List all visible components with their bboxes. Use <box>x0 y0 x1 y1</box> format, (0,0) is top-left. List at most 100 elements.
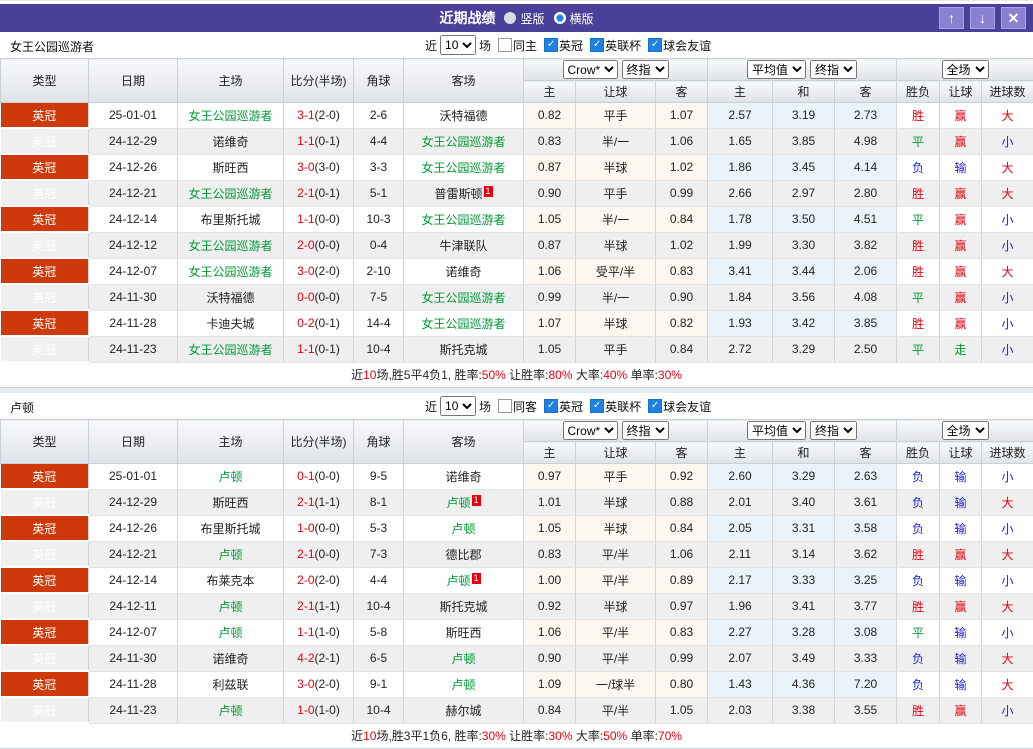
close-button[interactable]: ✕ <box>1001 7 1026 29</box>
match-result-cell: 平 <box>897 284 940 310</box>
team-name: 卡迪夫城 <box>206 317 254 331</box>
summary-segment: 70% <box>658 729 682 743</box>
odds-company-select[interactable]: Crow* <box>563 60 618 79</box>
result-text: 负 <box>912 470 924 484</box>
team-name: 普雷斯顿 <box>434 187 482 201</box>
summary-segment: 30% <box>658 368 682 382</box>
half-time-score: (3-0) <box>315 160 340 174</box>
home-team-cell: 利兹联 <box>178 671 284 697</box>
avg-draw-cell: 3.28 <box>773 619 835 645</box>
result-text: 胜 <box>912 600 924 614</box>
league-filter-label: 球会友谊 <box>663 398 711 415</box>
odds-home-cell: 1.06 <box>524 619 576 645</box>
score-cell: 2-0(0-0) <box>284 232 354 258</box>
scope-select[interactable]: 全场 <box>942 421 989 440</box>
odds-home-cell: 0.84 <box>524 697 576 723</box>
result-text: 平 <box>912 213 924 227</box>
odds-handicap-cell: 平/半 <box>576 697 656 723</box>
avg-home-cell: 1.43 <box>708 671 773 697</box>
summary-segment: 让胜率: <box>506 729 549 743</box>
radio-horizontal-label: 横版 <box>570 10 594 27</box>
odds-stage-select[interactable]: 终指 <box>622 421 669 440</box>
column-header-2: 主场 <box>178 59 284 103</box>
radio-horizontal-layout[interactable]: 横版 <box>554 10 594 27</box>
column-header-1: 日期 <box>89 59 178 103</box>
odds-sub-header: 让球 <box>576 442 656 464</box>
filter-near-label: 近 <box>425 398 437 415</box>
result-text: 大 <box>1002 496 1014 510</box>
result-text: 胜 <box>912 109 924 123</box>
avg-away-cell: 2.73 <box>835 103 897 129</box>
same-venue-label: 同客 <box>513 398 537 415</box>
red-card-badge: 1 <box>472 573 481 584</box>
avg-source-select[interactable]: 平均值 <box>747 421 806 440</box>
league-cell: 英冠 <box>1 310 89 336</box>
league-filter-checkbox[interactable]: ✓ <box>648 399 662 413</box>
avg-home-cell: 2.27 <box>708 619 773 645</box>
avg-stage-select[interactable]: 终指 <box>810 421 857 440</box>
match-count-select[interactable]: 10 <box>440 396 476 416</box>
avg-away-cell: 2.50 <box>835 336 897 362</box>
goals-result-cell: 大 <box>982 154 1033 180</box>
avg-away-cell: 4.98 <box>835 128 897 154</box>
column-header-2: 主场 <box>178 420 284 464</box>
handicap-result-cell: 输 <box>940 567 982 593</box>
results-table: 类型日期主场比分(半场)角球客场Crow*终指平均值终指全场主让球客主和客胜负让… <box>0 419 1033 724</box>
match-result-cell: 负 <box>897 671 940 697</box>
table-row: 英冠24-12-26斯旺西3-0(3-0)3-3女王公园巡游者0.87半球1.0… <box>1 154 1033 180</box>
table-row: 英冠24-11-30沃特福德0-0(0-0)7-5女王公园巡游者0.99半/一0… <box>1 284 1033 310</box>
summary-row: 近10场,胜5平4负1, 胜率:50% 让胜率:80% 大率:40% 单率:30… <box>0 363 1033 388</box>
odds-away-cell: 0.99 <box>656 645 708 671</box>
odds-home-cell: 0.87 <box>524 154 576 180</box>
team-name: 卢顿 <box>218 626 242 640</box>
odds-company-select[interactable]: Crow* <box>563 421 618 440</box>
odds-away-cell: 0.97 <box>656 593 708 619</box>
league-filter-checkbox[interactable]: ✓ <box>544 399 558 413</box>
radio-vertical-layout[interactable]: 竖版 <box>504 10 544 27</box>
date-cell: 24-11-28 <box>89 671 178 697</box>
same-venue-checkbox[interactable] <box>498 399 512 413</box>
summary-segment: 场,胜3平1负6, 胜率: <box>376 729 481 743</box>
result-text: 小 <box>1002 239 1014 253</box>
league-filter-checkbox[interactable]: ✓ <box>590 38 604 52</box>
away-team-cell: 女王公园巡游者 <box>404 154 524 180</box>
result-text: 负 <box>912 496 924 510</box>
match-count-select[interactable]: 10 <box>440 35 476 55</box>
team-name: 诺维奇 <box>445 470 481 484</box>
move-down-button[interactable]: ↓ <box>970 7 995 29</box>
team-name: 女王公园巡游者 <box>188 109 272 123</box>
league-filter-checkbox[interactable]: ✓ <box>590 399 604 413</box>
team-name: 牛津联队 <box>439 239 487 253</box>
table-row: 英冠24-12-07卢顿1-1(1-0)5-8斯旺西1.06平/半0.832.2… <box>1 619 1033 645</box>
radio-selected-circle-icon <box>554 12 566 24</box>
scope-select[interactable]: 全场 <box>942 60 989 79</box>
date-cell: 24-11-28 <box>89 310 178 336</box>
avg-source-select[interactable]: 平均值 <box>747 60 806 79</box>
avg-home-cell: 1.78 <box>708 206 773 232</box>
odds-handicap-cell: 平/半 <box>576 619 656 645</box>
score-cell: 2-0(2-0) <box>284 567 354 593</box>
corner-cell: 9-1 <box>354 671 404 697</box>
odds-home-cell: 0.97 <box>524 464 576 490</box>
result-text: 平 <box>912 135 924 149</box>
move-up-button[interactable]: ↑ <box>939 7 964 29</box>
same-venue-checkbox[interactable] <box>498 38 512 52</box>
match-result-cell: 平 <box>897 128 940 154</box>
half-time-score: (1-0) <box>315 625 340 639</box>
avg-stage-select[interactable]: 终指 <box>810 60 857 79</box>
full-time-score: 1-1 <box>297 342 314 356</box>
result-text: 大 <box>1002 652 1014 666</box>
red-card-badge: 1 <box>472 495 481 506</box>
corner-cell: 6-5 <box>354 645 404 671</box>
avg-sub-header: 主 <box>708 442 773 464</box>
league-filter-checkbox[interactable]: ✓ <box>544 38 558 52</box>
league-filter-label: 英联杯 <box>605 37 641 54</box>
match-filters: 近10场同主✓英冠✓英联杯✓球会友谊 <box>425 34 711 56</box>
home-team-cell: 布里斯托城 <box>178 206 284 232</box>
odds-stage-select[interactable]: 终指 <box>622 60 669 79</box>
radio-vertical-label: 竖版 <box>520 10 544 27</box>
league-filter-checkbox[interactable]: ✓ <box>648 38 662 52</box>
odds-away-cell: 0.84 <box>656 336 708 362</box>
window-buttons: ↑ ↓ ✕ <box>939 7 1026 29</box>
team-name: 斯托克城 <box>439 600 487 614</box>
